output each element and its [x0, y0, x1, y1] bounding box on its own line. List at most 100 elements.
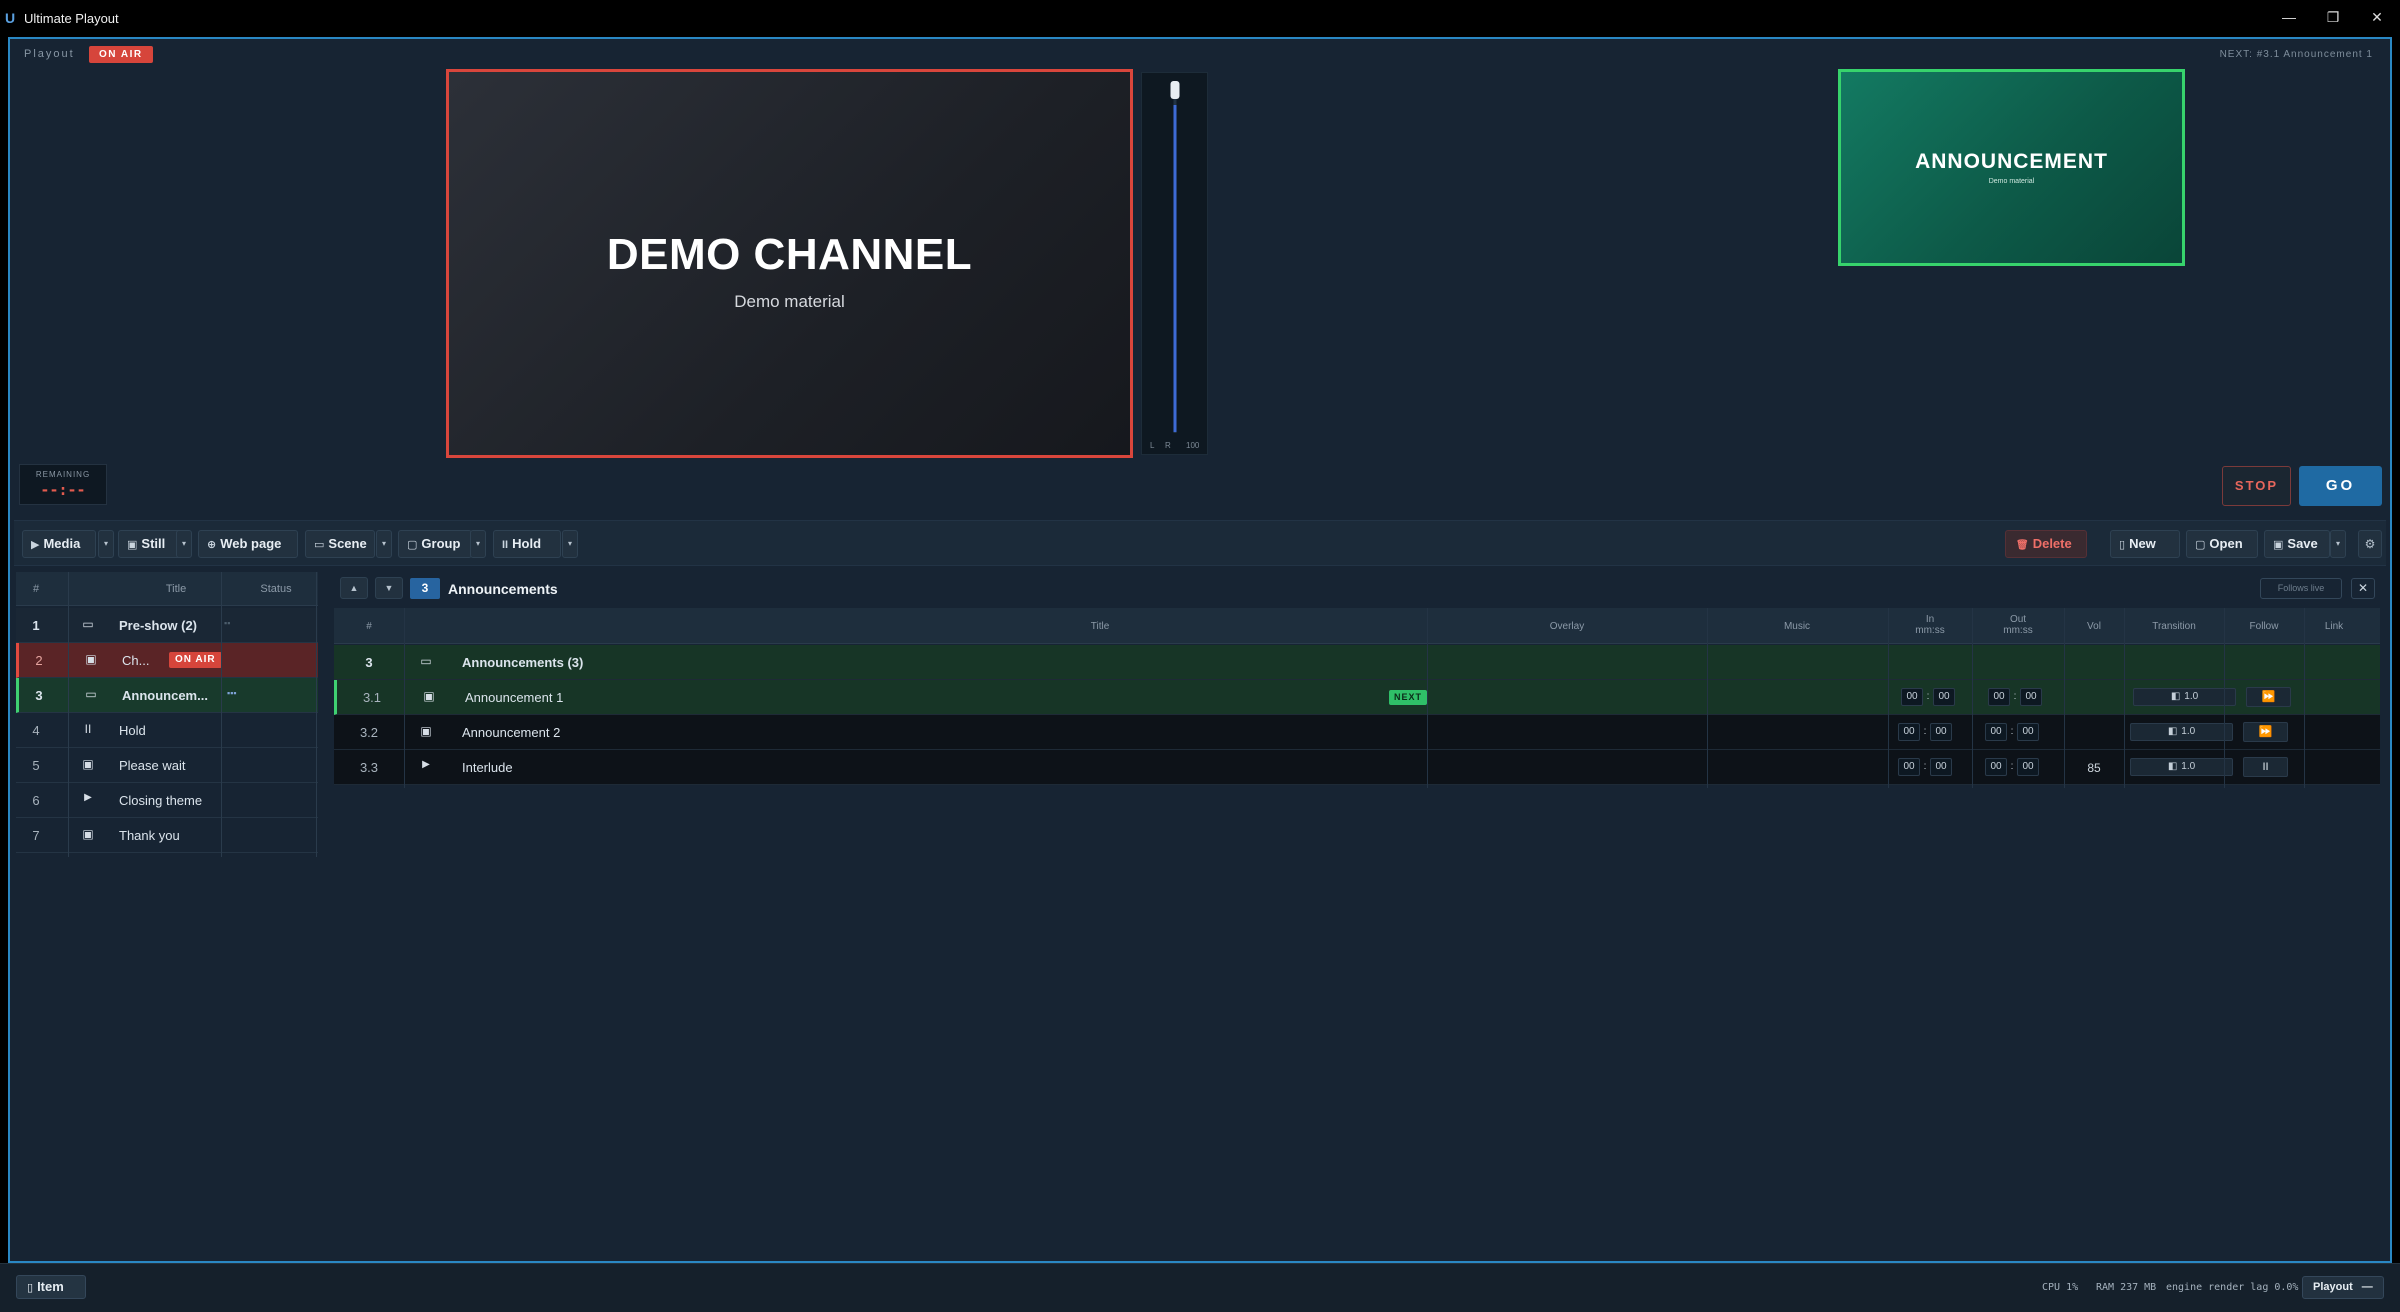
- column-divider: [404, 608, 405, 788]
- follows-live-toggle[interactable]: Follows live: [2260, 578, 2342, 599]
- preview-subtitle: Demo material: [1988, 178, 2035, 185]
- trash-icon: 🗑: [2016, 540, 2029, 551]
- still-dropdown-button[interactable]: ▾: [176, 530, 192, 558]
- transition-icon: ◧: [2167, 761, 2178, 772]
- program-title: DEMO CHANNEL: [606, 230, 973, 279]
- meter-scale-label: 100: [1186, 441, 1200, 450]
- column-divider: [2304, 608, 2305, 788]
- add-group-button[interactable]: ▢ Group: [398, 530, 472, 558]
- add-media-button[interactable]: ▶ Media: [22, 530, 96, 558]
- scene-dropdown-button[interactable]: ▾: [376, 530, 392, 558]
- go-button[interactable]: GO: [2299, 466, 2382, 506]
- transition-field[interactable]: ◧ 1.0: [2133, 688, 2236, 706]
- toolbar: ▶ Media ▾ ▣ Still ▾ ⊕ Web page ▭ Scene ▾ ▢ Gr…: [14, 520, 2386, 566]
- monitor-icon: ▭: [314, 539, 325, 551]
- rundown-row[interactable]: 4 II Hold: [16, 713, 318, 748]
- close-detail-button[interactable]: ✕: [2351, 578, 2375, 599]
- column-divider: [221, 572, 222, 857]
- rundown-row-selected[interactable]: 3 ▭ Announcem... ▪▪▪: [16, 678, 318, 713]
- folder-icon: ▭: [420, 654, 432, 668]
- out-point-field[interactable]: 00:00: [1985, 723, 2039, 741]
- audio-meter[interactable]: L R 100: [1141, 72, 1208, 455]
- transition-icon: ◧: [2170, 691, 2181, 702]
- play-icon: ▶: [31, 539, 40, 551]
- in-point-field[interactable]: 00:00: [1901, 688, 1955, 706]
- col-vol-header: Vol: [2087, 621, 2101, 632]
- move-down-button[interactable]: ▼: [375, 577, 403, 599]
- image-icon: ▣: [85, 652, 97, 666]
- playout-mode-button[interactable]: Playout —: [2302, 1276, 2384, 1299]
- status-dots: ▪▪▪: [227, 688, 237, 698]
- title-bar: U Ultimate Playout — ❐ ✕: [0, 0, 2400, 37]
- in-point-field[interactable]: 00:00: [1898, 758, 1952, 776]
- add-scene-button[interactable]: ▭ Scene: [305, 530, 375, 558]
- col-link-header: Link: [2324, 621, 2344, 632]
- transition-field[interactable]: ◧ 1.0: [2130, 758, 2233, 776]
- rundown-row[interactable]: 7 ▣ Thank you: [16, 818, 318, 853]
- group-detail-header: ▲ ▼ 3 Announcements Follows live ✕: [334, 575, 2380, 605]
- rundown-row[interactable]: 6 ▶ Closing theme: [16, 783, 318, 818]
- table-row[interactable]: 3.1 ▣ Announcement 1 NEXT 00:00 00:00 ◧ 1…: [334, 680, 2380, 715]
- group-row[interactable]: 3 ▭ Announcements (3): [334, 645, 2380, 680]
- add-hold-button[interactable]: II Hold: [493, 530, 561, 558]
- add-webpage-button[interactable]: ⊕ Web page: [198, 530, 298, 558]
- program-monitor: DEMO CHANNEL Demo material: [446, 69, 1133, 458]
- remaining-value: --:--: [40, 481, 86, 499]
- remaining-label: REMAINING: [35, 470, 91, 479]
- image-icon: ▣: [127, 539, 138, 551]
- app-logo-icon: U: [5, 10, 16, 26]
- hold-dropdown-button[interactable]: ▾: [562, 530, 578, 558]
- maximize-button[interactable]: ❐: [2318, 6, 2348, 28]
- column-divider: [316, 572, 317, 857]
- file-icon: ▯: [27, 1282, 34, 1294]
- col-transition-header: Transition: [2152, 621, 2196, 632]
- col-status-header: Status: [260, 583, 292, 595]
- rundown-panel: # Title Status 1 ▭ Pre-show (2) ▪▪ 2 ▣ C…: [16, 572, 318, 857]
- table-row[interactable]: 3.3 ▶ Interlude 00:00 00:00 85 ◧ 1.0 II: [334, 750, 2380, 785]
- col-music-header: Music: [1783, 621, 1811, 632]
- stop-button[interactable]: STOP: [2222, 466, 2291, 506]
- out-point-field[interactable]: 00:00: [1988, 688, 2042, 706]
- column-divider: [2124, 608, 2125, 788]
- table-row[interactable]: 3.2 ▣ Announcement 2 00:00 00:00 ◧ 1.0 ⏩: [334, 715, 2380, 750]
- volume-value[interactable]: 85: [2064, 761, 2124, 775]
- media-dropdown-button[interactable]: ▾: [98, 530, 114, 558]
- new-button[interactable]: ▯ New: [2110, 530, 2180, 558]
- rundown-row-onair[interactable]: 2 ▣ Ch... ON AIR: [16, 643, 318, 678]
- move-up-button[interactable]: ▲: [340, 577, 368, 599]
- delete-button[interactable]: 🗑 Delete: [2005, 530, 2087, 558]
- follow-mode-button[interactable]: ⏩: [2243, 722, 2288, 742]
- minimize-button[interactable]: —: [2274, 6, 2304, 28]
- image-icon: ▣: [82, 827, 94, 841]
- window-title: Ultimate Playout: [24, 11, 119, 26]
- pause-icon: II: [84, 722, 92, 736]
- item-button[interactable]: ▯ Item: [16, 1275, 86, 1299]
- group-dropdown-button[interactable]: ▾: [470, 530, 486, 558]
- close-window-button[interactable]: ✕: [2362, 6, 2392, 28]
- column-divider: [1427, 608, 1428, 788]
- col-out-header: Out mm:ss: [2003, 614, 2033, 636]
- column-divider: [1888, 608, 1889, 788]
- in-point-field[interactable]: 00:00: [1898, 723, 1952, 741]
- rundown-row[interactable]: 1 ▭ Pre-show (2) ▪▪: [16, 608, 318, 643]
- open-button[interactable]: ▢ Open: [2186, 530, 2258, 558]
- out-point-field[interactable]: 00:00: [1985, 758, 2039, 776]
- save-button[interactable]: ▣ Save: [2264, 530, 2330, 558]
- column-divider: [68, 572, 69, 857]
- pause-icon: II: [502, 539, 509, 551]
- follow-mode-button[interactable]: ⏩: [2246, 687, 2291, 707]
- volume-slider-handle[interactable]: [1170, 81, 1179, 99]
- column-divider: [2224, 608, 2225, 788]
- playout-label: Playout: [24, 48, 75, 60]
- settings-button[interactable]: ⚙: [2358, 530, 2382, 558]
- save-dropdown-button[interactable]: ▾: [2330, 530, 2346, 558]
- status-bar: ▯ Item CPU 1% RAM 237 MB engine render la…: [0, 1263, 2400, 1312]
- rundown-row[interactable]: 5 ▣ Please wait: [16, 748, 318, 783]
- image-icon: ▣: [423, 689, 435, 703]
- engine-render-lag: engine render lag 0.0%: [2166, 1282, 2299, 1293]
- group-number-badge: 3: [410, 578, 440, 599]
- follow-mode-button[interactable]: II: [2243, 757, 2288, 777]
- onair-badge: ON AIR: [89, 46, 153, 63]
- transition-field[interactable]: ◧ 1.0: [2130, 723, 2233, 741]
- column-divider: [1707, 608, 1708, 788]
